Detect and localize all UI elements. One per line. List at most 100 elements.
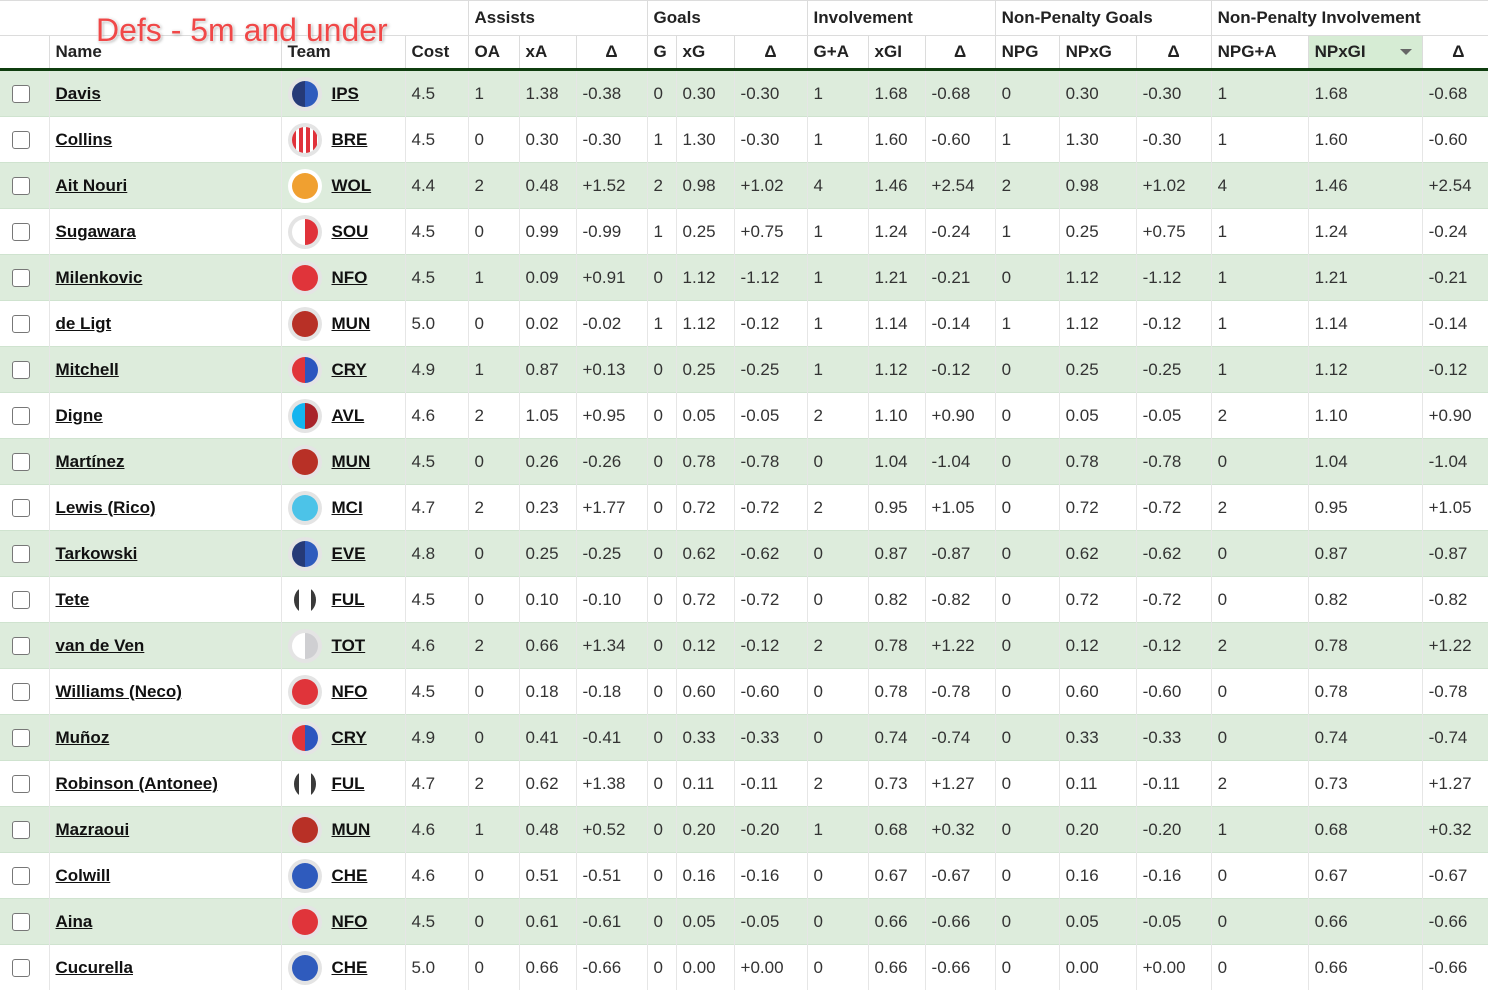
col-header-assists-delta[interactable]: Δ	[576, 36, 647, 70]
player-name-link[interactable]: Milenkovic	[56, 268, 143, 287]
col-header-npxgi[interactable]: NPxGI	[1308, 36, 1422, 70]
col-header-g[interactable]: G	[647, 36, 676, 70]
col-header-oa[interactable]: OA	[468, 36, 519, 70]
player-name-link[interactable]: Muñoz	[56, 728, 110, 747]
team-shirt-icon	[288, 813, 322, 847]
col-header-goals-delta[interactable]: Δ	[734, 36, 807, 70]
col-header-npga[interactable]: NPG+A	[1211, 36, 1308, 70]
col-header-npg-delta[interactable]: Δ	[1136, 36, 1211, 70]
player-name-link[interactable]: Mitchell	[56, 360, 119, 379]
row-select-checkbox[interactable]	[12, 499, 30, 517]
col-header-xgi[interactable]: xGI	[868, 36, 925, 70]
player-name-link[interactable]: Collins	[56, 130, 113, 149]
sort-descending-icon[interactable]	[1400, 49, 1412, 55]
team-link[interactable]: CRY	[332, 360, 367, 380]
row-select-checkbox[interactable]	[12, 545, 30, 563]
team-link[interactable]: FUL	[332, 774, 365, 794]
row-select-checkbox[interactable]	[12, 729, 30, 747]
cell-xg: 1.12	[676, 255, 734, 301]
team-link[interactable]: NFO	[332, 912, 368, 932]
player-name-link[interactable]: de Ligt	[56, 314, 112, 333]
cell-d-assists: -0.99	[576, 209, 647, 255]
row-select-checkbox[interactable]	[12, 223, 30, 241]
col-header-npxg[interactable]: NPxG	[1059, 36, 1136, 70]
team-link[interactable]: IPS	[332, 84, 359, 104]
row-select-checkbox[interactable]	[12, 177, 30, 195]
row-select-checkbox[interactable]	[12, 591, 30, 609]
player-name-link[interactable]: Tete	[56, 590, 90, 609]
row-select-checkbox[interactable]	[12, 361, 30, 379]
row-select-checkbox[interactable]	[12, 959, 30, 977]
team-link[interactable]: CHE	[332, 958, 368, 978]
col-header-npg[interactable]: NPG	[995, 36, 1059, 70]
player-name-link[interactable]: Cucurella	[56, 958, 133, 977]
team-link[interactable]: NFO	[332, 268, 368, 288]
team-link[interactable]: AVL	[332, 406, 365, 426]
row-select-checkbox[interactable]	[12, 775, 30, 793]
player-name-link[interactable]: Lewis (Rico)	[56, 498, 156, 517]
row-select-checkbox[interactable]	[12, 453, 30, 471]
row-select-cell	[0, 623, 49, 669]
player-name-link[interactable]: Digne	[56, 406, 103, 425]
cell-xgi: 0.78	[868, 669, 925, 715]
cell-npga: 1	[1211, 117, 1308, 163]
row-select-checkbox[interactable]	[12, 407, 30, 425]
team-link[interactable]: MUN	[332, 452, 371, 472]
row-select-checkbox[interactable]	[12, 85, 30, 103]
player-name-link[interactable]: Colwill	[56, 866, 111, 885]
team-cell: AVL	[281, 393, 405, 439]
col-header-xa[interactable]: xA	[519, 36, 576, 70]
team-cell: FUL	[281, 761, 405, 807]
row-select-checkbox[interactable]	[12, 637, 30, 655]
player-name-link[interactable]: Sugawara	[56, 222, 136, 241]
cell-xa: 1.38	[519, 70, 576, 117]
player-name-link[interactable]: Aina	[56, 912, 93, 931]
team-link[interactable]: MCI	[332, 498, 363, 518]
col-header-team[interactable]: Team	[281, 36, 405, 70]
col-header-cost[interactable]: Cost	[405, 36, 468, 70]
cell-npg: 1	[995, 209, 1059, 255]
row-select-checkbox[interactable]	[12, 269, 30, 287]
cell-d-npi: -0.12	[1422, 347, 1488, 393]
team-cell: CRY	[281, 715, 405, 761]
cell-cost: 4.6	[405, 853, 468, 899]
team-link[interactable]: CHE	[332, 866, 368, 886]
col-header-ga[interactable]: G+A	[807, 36, 868, 70]
cell-npxgi: 1.12	[1308, 347, 1422, 393]
team-link[interactable]: EVE	[332, 544, 366, 564]
row-select-checkbox[interactable]	[12, 913, 30, 931]
player-name-link[interactable]: Mazraoui	[56, 820, 130, 839]
team-link[interactable]: TOT	[332, 636, 366, 656]
player-name-link[interactable]: Davis	[56, 84, 101, 103]
col-header-npi-delta[interactable]: Δ	[1422, 36, 1488, 70]
row-select-checkbox[interactable]	[12, 315, 30, 333]
cell-npga: 1	[1211, 347, 1308, 393]
team-link[interactable]: NFO	[332, 682, 368, 702]
col-header-name[interactable]: Name	[49, 36, 281, 70]
team-link[interactable]: MUN	[332, 314, 371, 334]
team-link[interactable]: BRE	[332, 130, 368, 150]
team-link[interactable]: FUL	[332, 590, 365, 610]
cell-d-npi: -0.67	[1422, 853, 1488, 899]
team-shirt-icon	[288, 905, 322, 939]
player-name-link[interactable]: Williams (Neco)	[56, 682, 182, 701]
player-name-link[interactable]: Tarkowski	[56, 544, 138, 563]
player-name-link[interactable]: van de Ven	[56, 636, 145, 655]
team-link[interactable]: CRY	[332, 728, 367, 748]
col-header-xg[interactable]: xG	[676, 36, 734, 70]
row-select-checkbox[interactable]	[12, 131, 30, 149]
cell-xg: 0.62	[676, 531, 734, 577]
player-name-link[interactable]: Ait Nouri	[56, 176, 128, 195]
row-select-checkbox[interactable]	[12, 683, 30, 701]
row-select-checkbox[interactable]	[12, 867, 30, 885]
team-link[interactable]: SOU	[332, 222, 369, 242]
team-link[interactable]: MUN	[332, 820, 371, 840]
team-shirt-icon	[288, 353, 322, 387]
row-select-checkbox[interactable]	[12, 821, 30, 839]
team-link[interactable]: WOL	[332, 176, 372, 196]
player-name-link[interactable]: Martínez	[56, 452, 125, 471]
team-cell: BRE	[281, 117, 405, 163]
col-header-involvement-delta[interactable]: Δ	[925, 36, 995, 70]
player-name-link[interactable]: Robinson (Antonee)	[56, 774, 218, 793]
row-select-cell	[0, 301, 49, 347]
